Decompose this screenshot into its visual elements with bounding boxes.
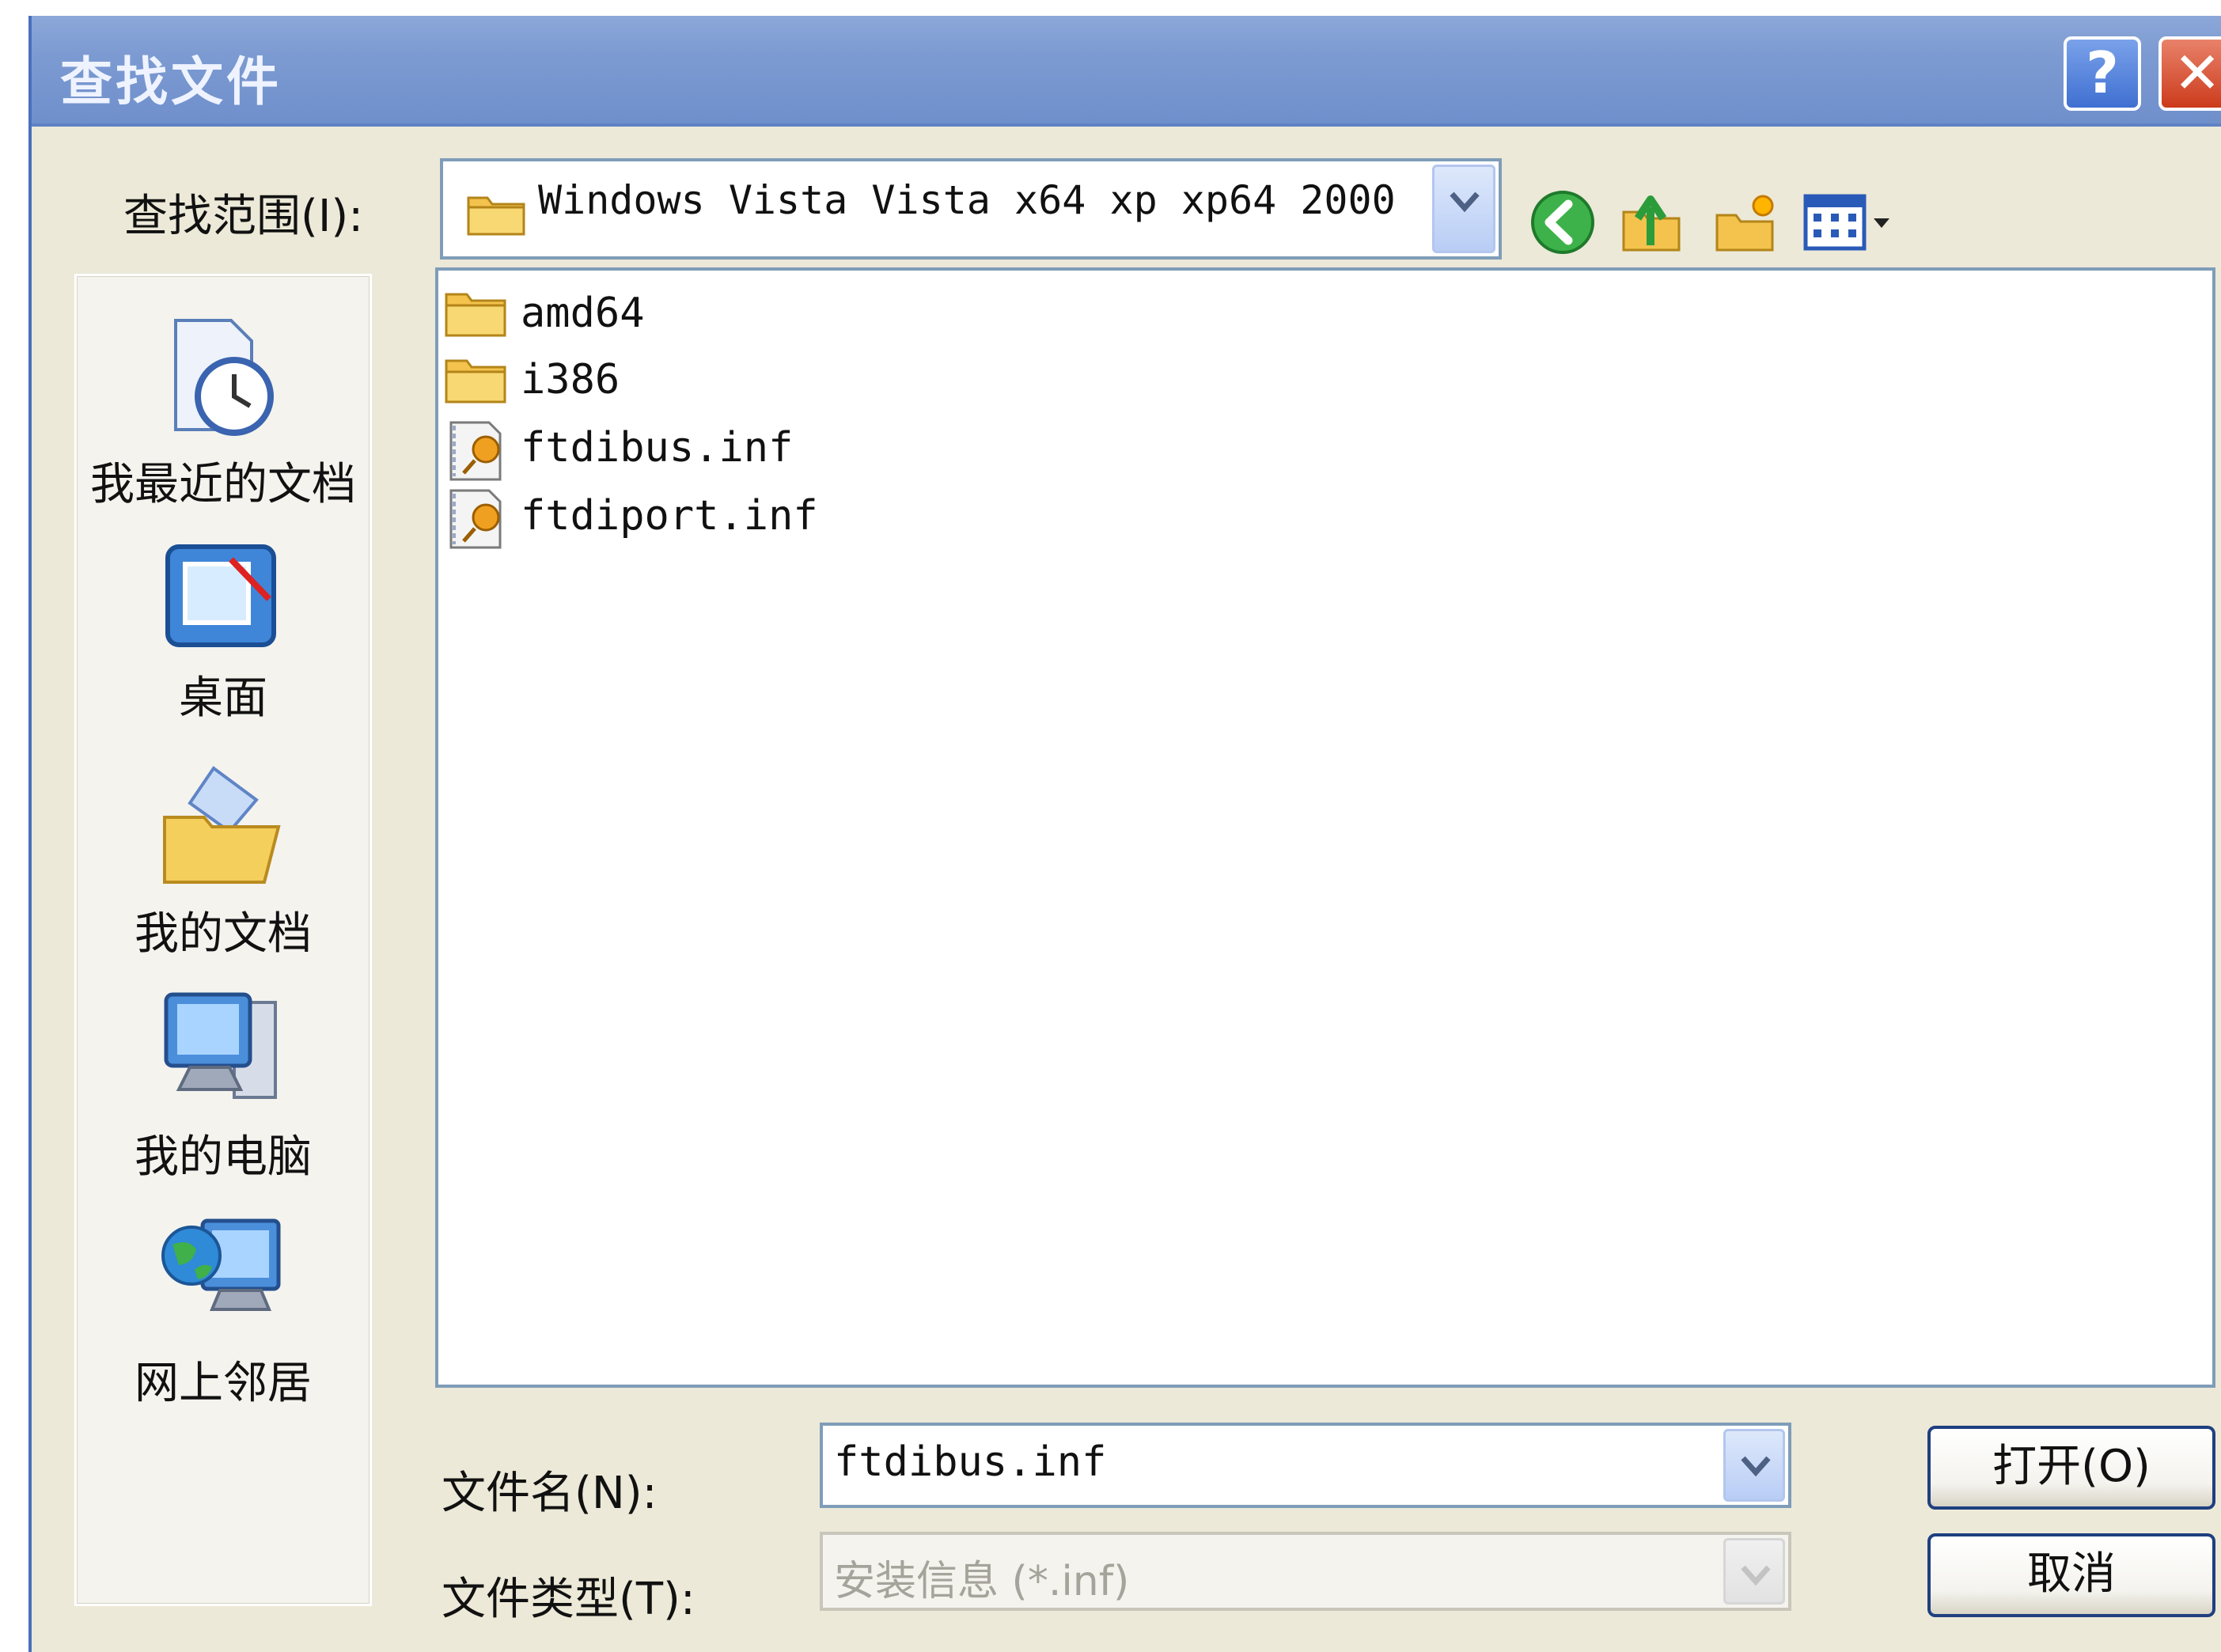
lookin-label: 查找范围(I): bbox=[123, 191, 364, 242]
view-menu-icon[interactable] bbox=[1802, 188, 1897, 256]
recent-documents-icon bbox=[174, 319, 274, 436]
file-name: ftdiport.inf bbox=[521, 492, 818, 540]
inf-file-icon bbox=[449, 489, 502, 549]
filetype-dropdown[interactable]: 安装信息 (*.inf) bbox=[820, 1532, 1791, 1611]
place-label: 桌面 bbox=[179, 673, 267, 724]
desktop-icon bbox=[165, 544, 276, 647]
filename-label: 文件名(N): bbox=[442, 1468, 658, 1519]
file-list[interactable]: amd64 i386 ftdibus.inf ftdiport.inf bbox=[435, 267, 2215, 1388]
my-computer-icon bbox=[164, 992, 277, 1099]
chevron-down-icon bbox=[1450, 191, 1480, 213]
places-bar: 我最近的文档 桌面 我的文档 我的电脑 网上邻居 bbox=[74, 274, 372, 1606]
filetype-label: 文件类型(T): bbox=[442, 1574, 695, 1625]
chevron-down-icon bbox=[1741, 1456, 1771, 1477]
folder-icon bbox=[445, 359, 506, 404]
place-label: 我最近的文档 bbox=[90, 459, 356, 510]
open-button[interactable]: 打开(O) bbox=[1927, 1426, 2215, 1510]
new-folder-icon[interactable] bbox=[1712, 188, 1780, 256]
window-title: 查找文件 bbox=[60, 51, 282, 112]
back-icon[interactable] bbox=[1529, 188, 1597, 256]
place-network-places[interactable]: 网上邻居 bbox=[77, 1214, 370, 1411]
place-label: 我的电脑 bbox=[135, 1131, 312, 1183]
title-bar[interactable]: 查找文件 ? ✕ bbox=[32, 16, 2221, 127]
filename-dropdown-arrow[interactable] bbox=[1723, 1429, 1785, 1502]
place-desktop[interactable]: 桌面 bbox=[77, 537, 370, 726]
filename-value: ftdibus.inf bbox=[834, 1438, 1107, 1486]
place-label: 我的文档 bbox=[135, 908, 312, 960]
close-button[interactable]: ✕ bbox=[2158, 36, 2221, 111]
lookin-dropdown-arrow[interactable] bbox=[1432, 165, 1495, 253]
find-file-dialog: 查找文件 ? ✕ 查找范围(I): Windows Vista Vista x6… bbox=[28, 16, 2221, 1652]
lookin-dropdown[interactable]: Windows Vista Vista x64 xp xp64 2000 bbox=[440, 158, 1502, 260]
chevron-down-icon bbox=[1741, 1565, 1771, 1586]
file-name: amd64 bbox=[521, 290, 645, 337]
cancel-button[interactable]: 取消 bbox=[1927, 1533, 2215, 1617]
network-places-icon bbox=[161, 1218, 281, 1311]
place-my-documents[interactable]: 我的文档 bbox=[77, 762, 370, 962]
filetype-value: 安装信息 (*.inf) bbox=[834, 1558, 1130, 1605]
folder-icon bbox=[467, 196, 525, 236]
my-documents-icon bbox=[163, 766, 281, 884]
inf-file-icon bbox=[449, 421, 502, 481]
up-folder-icon[interactable] bbox=[1619, 188, 1687, 256]
place-my-computer[interactable]: 我的电脑 bbox=[77, 988, 370, 1185]
lookin-value: Windows Vista Vista x64 xp xp64 2000 bbox=[538, 177, 1396, 223]
place-recent-documents[interactable]: 我最近的文档 bbox=[77, 313, 370, 513]
folder-icon bbox=[445, 293, 506, 337]
place-label: 网上邻居 bbox=[135, 1358, 312, 1409]
filetype-dropdown-arrow[interactable] bbox=[1723, 1538, 1785, 1605]
help-button[interactable]: ? bbox=[2064, 36, 2141, 111]
filename-input[interactable]: ftdibus.inf bbox=[820, 1423, 1791, 1508]
file-name: i386 bbox=[521, 356, 620, 404]
file-name: ftdibus.inf bbox=[521, 424, 794, 472]
